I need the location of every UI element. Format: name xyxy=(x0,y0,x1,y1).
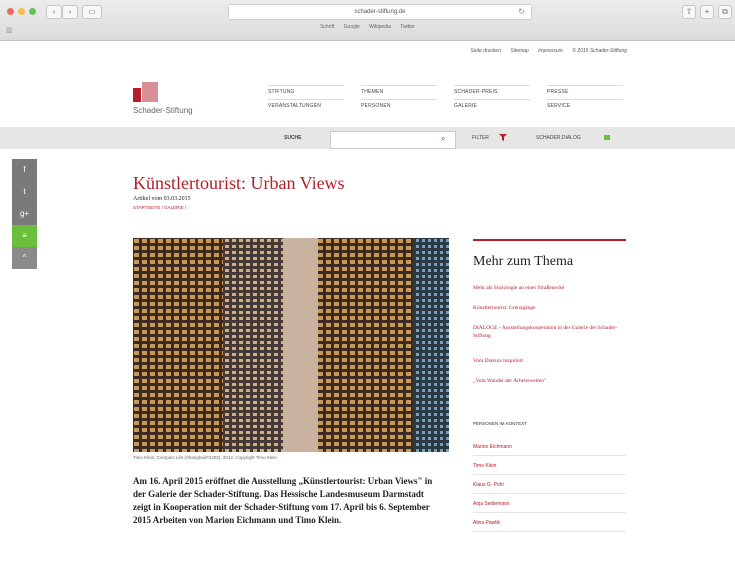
person-link[interactable]: Marion Eichmann xyxy=(473,444,626,456)
related-link[interactable]: DIALOGE - Ausstellungskooperation in der… xyxy=(473,324,626,340)
related-link[interactable]: „Vom Wandel der Arbeitswelten" xyxy=(473,377,626,385)
photo-caption: Timo Klein: Compact Life (Shanghai/F/I20… xyxy=(133,455,277,460)
aside-divider xyxy=(473,239,626,241)
share-button[interactable]: ⇧ xyxy=(682,5,696,19)
article-title: Künstlertourist: Urban Views xyxy=(133,173,345,193)
sidebar-toggle-button[interactable]: ▭ xyxy=(82,5,102,19)
imprint-link[interactable]: Impressum xyxy=(538,48,563,54)
search-input[interactable] xyxy=(330,131,456,149)
nav-schader-preis[interactable]: SCHADER-PREIS xyxy=(454,85,530,95)
dialog-icon xyxy=(604,135,610,140)
persons-heading: PERSONEN IM KONTEXT xyxy=(473,421,528,426)
filter-icon[interactable] xyxy=(499,133,507,141)
close-window-button[interactable] xyxy=(7,8,14,15)
print-link[interactable]: Seite drucken xyxy=(470,48,501,54)
schader-logo-icon[interactable] xyxy=(133,82,159,102)
person-link[interactable]: Klaus G. Pohl xyxy=(473,482,626,494)
new-tab-button[interactable]: + xyxy=(700,5,714,19)
sitemap-link[interactable]: Sitemap xyxy=(510,48,528,54)
nav-themen[interactable]: THEMEN xyxy=(361,85,437,95)
dialog-button[interactable]: SCHADER.DIALOG xyxy=(536,135,581,141)
nav-veranstaltungen[interactable]: VERANSTALTUNGEN xyxy=(268,99,344,109)
nav-stiftung[interactable]: STIFTUNG xyxy=(268,85,344,95)
filter-button[interactable]: FILTER xyxy=(472,135,489,141)
web-page: Seite drucken Sitemap Impressum © 2015 S… xyxy=(0,41,735,571)
favorite-link[interactable]: Google xyxy=(344,24,360,30)
aside-title: Mehr zum Thema xyxy=(473,254,574,269)
nav-personen[interactable]: PERSONEN xyxy=(361,99,437,109)
twitter-icon[interactable]: t xyxy=(12,181,37,203)
search-icon[interactable]: ⌕ xyxy=(441,134,445,144)
person-link[interactable]: Timo Klein xyxy=(473,463,626,475)
related-link[interactable]: Vom Diskurs inspiriert xyxy=(473,357,626,365)
favorite-link[interactable]: Twitter xyxy=(400,24,415,30)
search-bar: SUCHE ⌕ FILTER SCHADER.DIALOG xyxy=(0,127,735,149)
tabs-overview-button[interactable]: ⧉ xyxy=(718,5,732,19)
utility-links: Seite drucken Sitemap Impressum © 2015 S… xyxy=(462,48,627,54)
nav-presse[interactable]: PRESSE xyxy=(547,85,623,95)
person-link[interactable]: Alina Pawlik xyxy=(473,520,626,532)
forward-button[interactable]: › xyxy=(62,5,78,19)
facebook-icon[interactable]: f xyxy=(12,159,37,181)
address-bar[interactable]: schader-stiftung.de ↻ xyxy=(228,4,532,20)
nav-service[interactable]: SERVICE xyxy=(547,99,623,109)
favorites-bar: Schrift Google Wikipedia Twitter xyxy=(0,24,735,30)
reload-icon[interactable]: ↻ xyxy=(518,5,525,19)
copyright-text: © 2015 Schader-Stiftung xyxy=(572,48,627,54)
googleplus-icon[interactable]: g+ xyxy=(12,203,37,225)
url-text: schader-stiftung.de xyxy=(354,9,406,15)
article-photo xyxy=(133,238,449,452)
favorite-link[interactable]: Schrift xyxy=(320,24,334,30)
scroll-top-icon[interactable]: ^ xyxy=(12,247,37,269)
list-icon[interactable]: ≡ xyxy=(12,225,37,247)
breadcrumb[interactable]: STARTSEITE / GALERIE / xyxy=(133,205,186,210)
related-link[interactable]: Künstlertourist: Grenzgänge xyxy=(473,304,626,312)
article-date: Artikel vom 03.03.2015 xyxy=(133,196,191,202)
browser-toolbar: ‹ › ▭ schader-stiftung.de ↻ ⇧ + ⧉ ▥ Schr… xyxy=(0,0,735,41)
person-link[interactable]: Anja Seidemann xyxy=(473,501,626,513)
maximize-window-button[interactable] xyxy=(29,8,36,15)
search-label: SUCHE xyxy=(284,135,302,141)
back-button[interactable]: ‹ xyxy=(46,5,62,19)
nav-galerie[interactable]: GALERIE xyxy=(454,99,530,109)
minimize-window-button[interactable] xyxy=(18,8,25,15)
related-link[interactable]: Mehr als Soziologie an einer Straßenecke xyxy=(473,284,626,292)
logo-wordmark[interactable]: Schader-Stiftung xyxy=(133,106,193,115)
article-intro: Am 16. April 2015 eröffnet die Ausstellu… xyxy=(133,476,433,525)
favorite-link[interactable]: Wikipedia xyxy=(369,24,391,30)
